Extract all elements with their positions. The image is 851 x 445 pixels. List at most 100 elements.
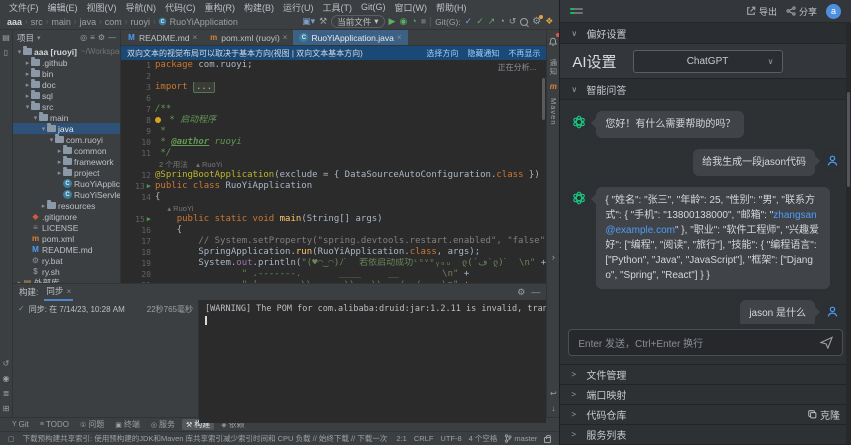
tree-item-common[interactable]: ▸common bbox=[13, 145, 120, 156]
toolwindow-问题[interactable]: ①问题 bbox=[76, 419, 108, 430]
stop-button[interactable]: ■ bbox=[421, 17, 426, 26]
git-push-button[interactable]: ↗ bbox=[488, 17, 496, 26]
section-文件管理[interactable]: >文件管理 bbox=[560, 365, 851, 385]
chevron-collapsed-icon[interactable]: ▸ bbox=[24, 92, 31, 100]
debug-button[interactable]: ◉ bbox=[399, 17, 407, 26]
locate-file-button[interactable]: ◎ bbox=[80, 33, 87, 42]
code-vision-inlay[interactable]: 2 个用法 ▴ RuoYi bbox=[155, 160, 222, 169]
section-端口映射[interactable]: >端口映射 bbox=[560, 385, 851, 405]
tree-item-java[interactable]: ▾java bbox=[13, 123, 120, 134]
chevron-collapsed-icon[interactable]: ▸ bbox=[56, 147, 63, 155]
tree-item-project[interactable]: ▸project bbox=[13, 167, 120, 178]
tree-item-sql[interactable]: ▸sql bbox=[13, 90, 120, 101]
menu-item[interactable]: 导航(N) bbox=[122, 1, 161, 14]
menu-burger-icon[interactable] bbox=[570, 8, 583, 14]
tree-item-com.ruoyi[interactable]: ▾com.ruoyi bbox=[13, 134, 120, 145]
lock-icon[interactable] bbox=[544, 437, 551, 443]
project-settings-button[interactable]: ⚙ bbox=[98, 33, 105, 42]
close-icon[interactable]: × bbox=[193, 33, 198, 42]
breadcrumb-item[interactable]: com bbox=[104, 17, 123, 27]
git-commit-button[interactable]: ✓ bbox=[476, 17, 484, 26]
section-服务列表[interactable]: >服务列表 bbox=[560, 425, 851, 445]
git-rollback-button[interactable]: ↺ bbox=[509, 17, 517, 26]
status-message[interactable]: 下载预构建共享索引: 使用预构建的JDK和Maven 库共享索引减少索引时间和 … bbox=[23, 433, 389, 444]
tool-tab-maven[interactable]: Maven bbox=[549, 98, 558, 126]
tree-item-ruoyiservletinitiali[interactable]: CRuoYiServletInitiali bbox=[13, 189, 120, 200]
run-config-pill[interactable]: 当前文件▾ bbox=[331, 15, 384, 28]
build-settings-icon[interactable]: ⊞ bbox=[3, 405, 10, 413]
chevron-collapsed-icon[interactable]: ▸ bbox=[56, 158, 63, 166]
tree-item-pom.xml[interactable]: mpom.xml bbox=[13, 233, 120, 244]
share-button[interactable]: 分享 bbox=[786, 5, 817, 18]
code-editor[interactable]: 正在分析... 1package com.ruoyi;23import ...6… bbox=[121, 60, 546, 283]
build-layout-icon[interactable]: ≣ bbox=[3, 390, 10, 398]
breadcrumb-item[interactable]: aaa bbox=[6, 17, 23, 27]
chevron-expanded-icon[interactable]: ▾ bbox=[24, 103, 31, 111]
git-history-button[interactable]: ◔ bbox=[499, 17, 504, 26]
build-pin-icon[interactable]: ◉ bbox=[3, 375, 10, 383]
editor-tab[interactable]: MREADME.md× bbox=[121, 30, 203, 45]
tree-item-bin[interactable]: ▸bin bbox=[13, 68, 120, 79]
breadcrumb-item[interactable]: ruoyi bbox=[129, 17, 151, 27]
scrollbar-thumb[interactable] bbox=[847, 92, 850, 187]
preferences-section-header[interactable]: ∨ 偏好设置 bbox=[560, 23, 851, 44]
file-encoding[interactable]: UTF-8 bbox=[440, 434, 461, 443]
banner-action-hide-notification[interactable]: 隐藏通知 bbox=[467, 48, 499, 59]
editor-scrollbar[interactable] bbox=[542, 78, 545, 120]
banner-action-dont-show[interactable]: 不再显示 bbox=[508, 48, 540, 59]
close-icon[interactable]: × bbox=[397, 33, 402, 42]
chevron-expanded-icon[interactable]: ▾ bbox=[40, 125, 47, 133]
run-line-button[interactable]: ▶ bbox=[147, 183, 151, 190]
breadcrumb-item[interactable]: RuoYiApplication bbox=[169, 17, 239, 27]
editor-tab[interactable]: CRuoYiApplication.java× bbox=[293, 30, 407, 45]
chevron-collapsed-icon[interactable]: ▸ bbox=[56, 169, 63, 177]
hide-build-panel-icon[interactable]: — bbox=[531, 287, 540, 298]
chevron-expanded-icon[interactable]: ▾ bbox=[48, 136, 55, 144]
tree-item-resources[interactable]: ▸resources bbox=[13, 200, 120, 211]
soft-wrap-icon[interactable]: ↩ bbox=[550, 390, 557, 398]
qa-section-header[interactable]: ∨ 智能问答 bbox=[560, 79, 851, 100]
breadcrumb-item[interactable]: main bbox=[50, 17, 72, 27]
build-project-icon[interactable]: ⚒ bbox=[319, 17, 327, 26]
menu-item[interactable]: Git(G) bbox=[357, 2, 390, 12]
ide-plugin-button[interactable]: ❖ bbox=[545, 17, 553, 26]
notifications-bell-icon[interactable] bbox=[548, 34, 558, 52]
menu-item[interactable]: 重构(R) bbox=[201, 1, 240, 14]
build-sync-tab[interactable]: 同步 × bbox=[44, 283, 73, 301]
tree-item-ry.sh[interactable]: $ry.sh bbox=[13, 266, 120, 277]
ai-panel-scrollbar[interactable] bbox=[846, 22, 851, 445]
settings-button[interactable]: ⚙ bbox=[532, 17, 541, 27]
chevron-expanded-icon[interactable]: ▾ bbox=[16, 48, 23, 56]
code-vision-inlay[interactable]: ▴ RuoYi bbox=[155, 204, 193, 213]
search-everywhere-button[interactable] bbox=[520, 18, 528, 26]
clone-button[interactable]: 克隆 bbox=[808, 407, 840, 422]
indent-setting[interactable]: 4 个空格 bbox=[469, 433, 498, 444]
scroll-to-end-icon[interactable]: ↓ bbox=[551, 405, 555, 413]
tree-item-main[interactable]: ▾main bbox=[13, 112, 120, 123]
menu-item[interactable]: 窗口(W) bbox=[391, 1, 432, 14]
caret-position[interactable]: 2:1 bbox=[396, 434, 406, 443]
tree-item-.gitignore[interactable]: ◆.gitignore bbox=[13, 211, 120, 222]
menu-item[interactable]: 视图(V) bbox=[83, 1, 121, 14]
banner-action-choose-direction[interactable]: 选择方向 bbox=[426, 48, 458, 59]
project-stripe-icon[interactable]: ▤ bbox=[2, 34, 10, 42]
tree-item-framework[interactable]: ▸framework bbox=[13, 156, 120, 167]
collapse-all-button[interactable]: ≡ bbox=[90, 33, 95, 42]
tree-item-readme.md[interactable]: MREADME.md bbox=[13, 244, 120, 255]
toolwindow-服务[interactable]: ◎服务 bbox=[147, 419, 179, 430]
chevron-collapsed-icon[interactable]: ▸ bbox=[24, 81, 31, 89]
chevron-collapsed-icon[interactable]: ▸ bbox=[24, 70, 31, 78]
git-update-button[interactable]: ✓ bbox=[465, 17, 473, 26]
chevron-collapsed-icon[interactable]: ▸ bbox=[24, 59, 31, 67]
chevron-collapsed-icon[interactable]: ▸ bbox=[40, 202, 47, 210]
hide-ai-panel-chevron[interactable]: › bbox=[552, 253, 555, 262]
hide-panel-button[interactable]: — bbox=[108, 33, 116, 42]
tree-item-src[interactable]: ▾src bbox=[13, 101, 120, 112]
tree-item-doc[interactable]: ▸doc bbox=[13, 79, 120, 90]
build-console[interactable]: [WARNING] The POM for com.alibaba:druid:… bbox=[199, 300, 546, 423]
breadcrumb-item[interactable]: java bbox=[79, 17, 98, 27]
tool-tab-notifications[interactable]: 通知 bbox=[548, 59, 559, 76]
tree-item-ry.bat[interactable]: ⚙ry.bat bbox=[13, 255, 120, 266]
tree-item-aaaruoyi[interactable]: ▾aaa [ruoyi]~/Workspace/aaa bbox=[13, 46, 120, 57]
run-button[interactable]: ▶ bbox=[389, 17, 396, 26]
